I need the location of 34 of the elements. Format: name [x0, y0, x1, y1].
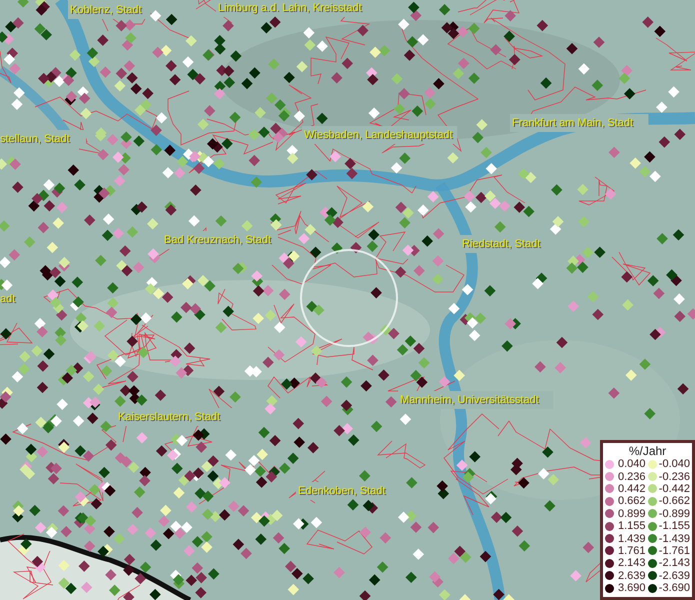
- legend-value: -0.040: [658, 458, 690, 470]
- legend-value: 1.761: [618, 544, 647, 557]
- legend-value: -0.442: [658, 482, 690, 495]
- legend-value: -2.143: [658, 557, 690, 570]
- place-label: adt: [0, 292, 16, 306]
- place-label: Koblenz, Stadt: [70, 3, 142, 17]
- legend-value: 0.040: [618, 458, 647, 470]
- place-label: Kaiserslautern, Stadt: [118, 410, 220, 424]
- place-label: stellaun, Stadt: [0, 132, 70, 146]
- legend-value: 2.639: [618, 570, 647, 582]
- legend-value: 0.662: [618, 495, 647, 508]
- legend-value: -1.439: [658, 532, 690, 545]
- legend-value: 0.899: [618, 508, 647, 520]
- place-label: Edenkoben, Stadt: [298, 484, 386, 498]
- legend-title: %/Jahr: [628, 444, 668, 458]
- legend-value: 0.236: [618, 470, 647, 483]
- legend-value: -0.236: [658, 470, 690, 483]
- place-label: Wiesbaden, Landeshauptstadt: [304, 128, 453, 142]
- place-label: Frankfurt am Main, Stadt: [512, 116, 634, 130]
- legend-value: -1.761: [658, 544, 690, 557]
- place-label: Bad Kreuznach, Stadt: [164, 233, 272, 247]
- legend-value: -0.662: [658, 495, 690, 508]
- legend-value: -1.155: [658, 520, 690, 532]
- legend-value: -2.639: [658, 570, 690, 582]
- legend-value: 1.439: [618, 532, 647, 545]
- legend-value: -3.690: [658, 582, 690, 594]
- legend-value: -0.899: [658, 508, 690, 520]
- legend-value: 1.155: [618, 520, 647, 532]
- place-label: Mannheim, Universitätsstadt: [400, 393, 539, 407]
- place-label: Riedstadt, Stadt: [462, 237, 540, 251]
- legend-value: 0.442: [618, 482, 647, 495]
- place-label: Limburg a.d. Lahn, Kreisstadt: [218, 1, 362, 15]
- legend-value: 2.143: [618, 557, 647, 570]
- legend-value: 3.690: [618, 582, 647, 594]
